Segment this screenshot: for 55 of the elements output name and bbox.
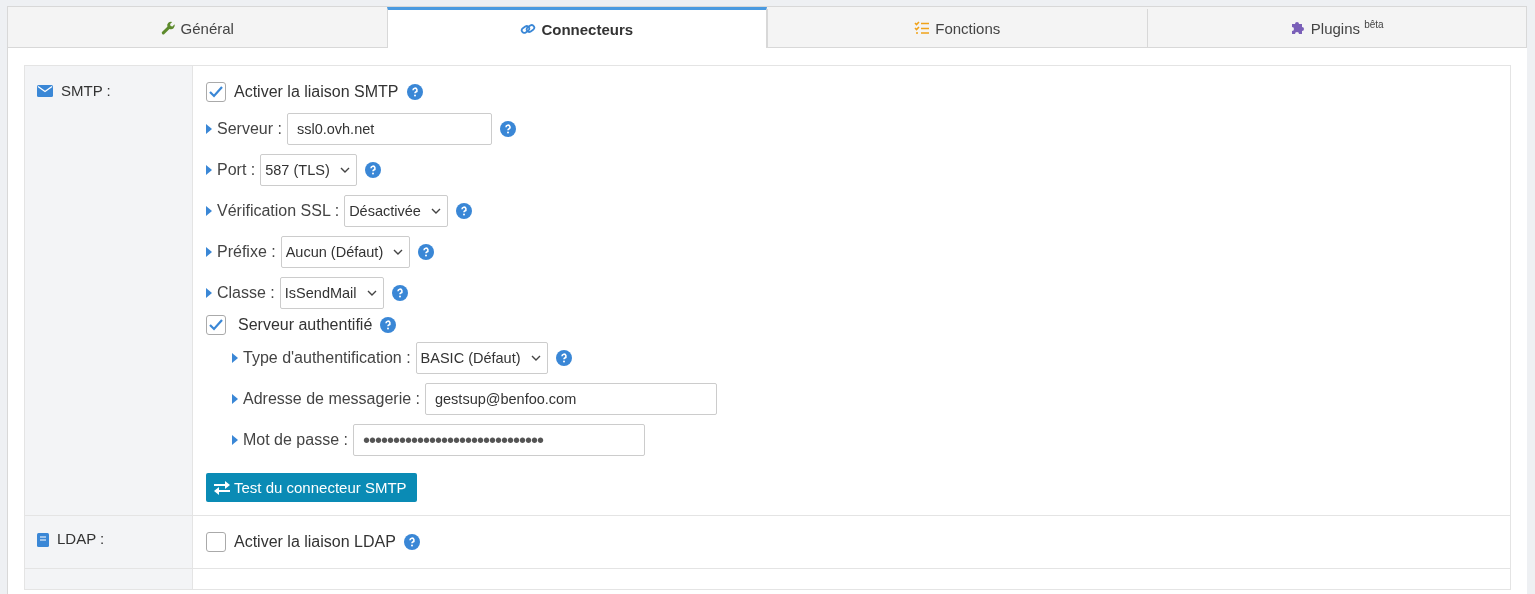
section-label: SMTP :: [61, 82, 111, 99]
help-icon[interactable]: [499, 120, 516, 137]
caret-icon: [206, 164, 212, 175]
envelope-icon: [37, 85, 53, 97]
help-icon[interactable]: [364, 161, 381, 178]
password-field[interactable]: ••••••••••••••••••••••••••••••: [352, 423, 645, 456]
field-label: Adresse de messagerie :: [243, 389, 420, 408]
help-icon[interactable]: [418, 243, 435, 260]
checkbox[interactable]: [206, 532, 226, 552]
help-icon[interactable]: [391, 284, 408, 301]
caret-icon: [232, 434, 238, 445]
field-label: Classe :: [217, 283, 275, 302]
link-icon: [520, 21, 537, 37]
test-button[interactable]: Test du connecteur SMTP: [206, 473, 417, 502]
puzzle-icon: [1289, 20, 1306, 36]
chevron-down-icon: [366, 289, 377, 296]
field-label: Serveur :: [217, 119, 282, 138]
checkbox-label: Serveur authentifié: [238, 316, 373, 334]
field-label: Mot de passe :: [243, 430, 348, 449]
select-field[interactable]: BASIC (Défaut): [415, 341, 548, 374]
checkbox[interactable]: [206, 82, 226, 102]
help-icon[interactable]: [406, 84, 423, 100]
select-field[interactable]: 587 (TLS): [260, 153, 357, 186]
chevron-down-icon: [339, 166, 350, 173]
help-icon[interactable]: [455, 202, 472, 219]
select-field[interactable]: IsSendMail: [279, 276, 384, 309]
caret-icon: [206, 205, 212, 216]
field-label: Type d'authentification :: [243, 348, 411, 367]
chevron-down-icon: [393, 248, 404, 255]
wrench-icon: [160, 20, 176, 36]
caret-icon: [206, 287, 212, 298]
field-label: Port :: [217, 160, 256, 179]
tab[interactable]: Connecteurs: [386, 7, 767, 48]
caret-icon: [206, 123, 212, 134]
help-icon[interactable]: [380, 317, 397, 333]
checkbox-label: Activer la liaison LDAP: [234, 533, 396, 551]
checklist-icon: [914, 20, 931, 36]
select-field[interactable]: Aucun (Défaut): [280, 235, 411, 268]
caret-icon: [232, 352, 238, 363]
chevron-down-icon: [530, 354, 541, 361]
book-icon: [37, 533, 49, 547]
input-field[interactable]: ssl0.ovh.net: [286, 112, 492, 145]
select-field[interactable]: Désactivée: [344, 194, 448, 227]
caret-icon: [232, 393, 238, 404]
section-label: LDAP :: [57, 530, 105, 547]
swap-icon: [214, 480, 230, 495]
checkbox[interactable]: [206, 315, 226, 335]
field-label: Vérification SSL :: [217, 201, 340, 220]
input-field[interactable]: gestsup@benfoo.com: [425, 382, 717, 415]
help-icon[interactable]: [555, 349, 572, 366]
chevron-down-icon: [430, 207, 441, 214]
field-label: Préfixe :: [217, 242, 276, 261]
help-icon[interactable]: [403, 534, 420, 550]
caret-icon: [206, 246, 212, 257]
checkbox-label: Activer la liaison SMTP: [234, 83, 399, 101]
